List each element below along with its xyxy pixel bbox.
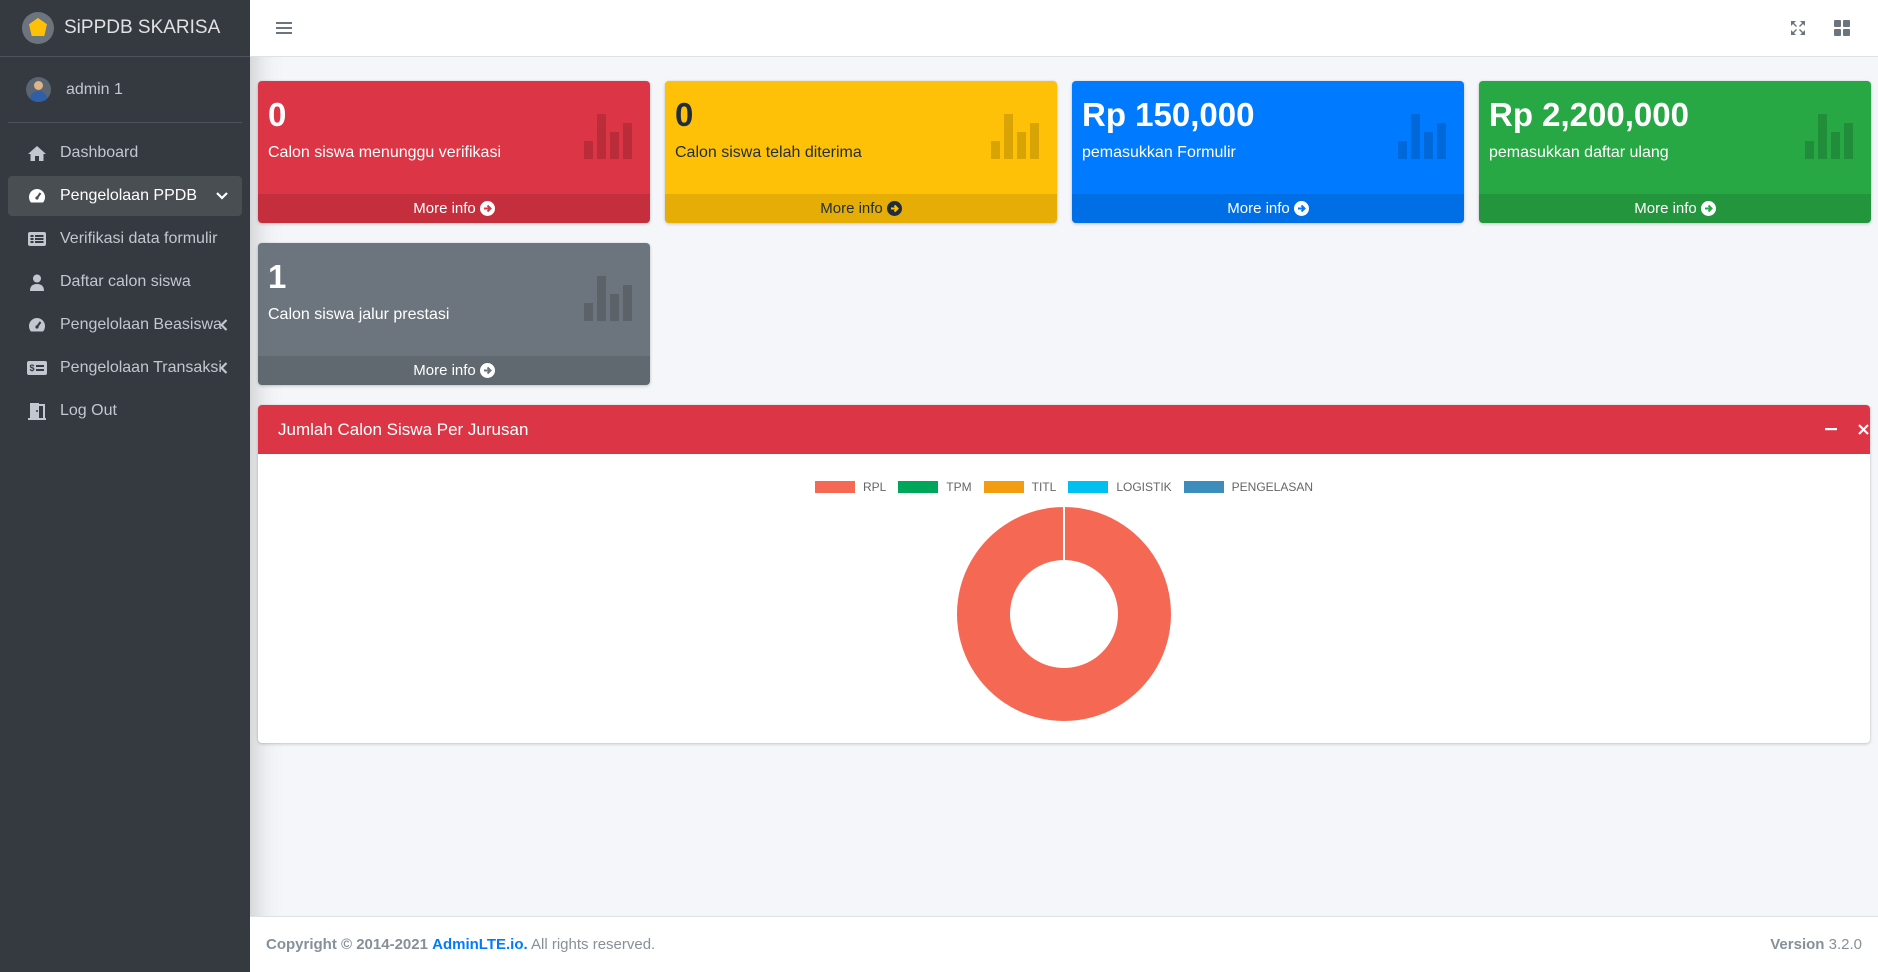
tachometer-icon [26, 187, 48, 205]
rights-text: All rights reserved. [531, 936, 656, 953]
card-header: Jumlah Calon Siswa Per Jurusan [258, 405, 1870, 454]
info-box-pemasukkan-formulir: Rp 150,000 pemasukkan Formulir More info [1072, 81, 1464, 223]
minus-icon[interactable] [1820, 418, 1842, 440]
sidebar-item-label: Dashboard [60, 144, 139, 161]
arrow-circle-right-icon [479, 201, 495, 216]
avatar [26, 77, 51, 102]
sidebar-item-label: Pengelolaan PPDB [60, 187, 197, 204]
close-icon[interactable] [1852, 418, 1870, 440]
arrow-circle-right-icon [886, 201, 902, 216]
menu-toggle-icon[interactable] [272, 16, 296, 40]
donut-chart [956, 507, 1171, 721]
chart-card: Jumlah Calon Siswa Per Jurusan RPL TPM TIT… [258, 405, 1870, 743]
main-footer: Copyright © 2014-2021 AdminLTE.io. All r… [250, 916, 1878, 972]
chart-body: RPL TPM TITL LOGISTIK PENGELASAN [258, 454, 1870, 743]
sidebar-item-pengelolaan-beasiswa[interactable]: Pengelolaan Beasiswa [8, 305, 242, 345]
more-info-label: More info [1634, 200, 1697, 217]
more-info-link[interactable]: More info [258, 194, 650, 223]
info-box-menunggu-verifikasi: 0 Calon siswa menunggu verifikasi More i… [258, 81, 650, 223]
sidebar-item-label: Log Out [60, 402, 117, 419]
fullscreen-icon[interactable] [1786, 16, 1810, 40]
top-navbar [250, 0, 1878, 57]
more-info-link[interactable]: More info [665, 194, 1057, 223]
svg-text:$: $ [30, 363, 35, 373]
card-title: Jumlah Calon Siswa Per Jurusan [278, 419, 529, 439]
chevron-down-icon [216, 176, 228, 216]
tachometer-icon [26, 316, 48, 334]
info-box-pemasukkan-daftar-ulang: Rp 2,200,000 pemasukkan daftar ulang Mor… [1479, 81, 1871, 223]
bar-chart-icon [991, 114, 1039, 159]
control-sidebar-icon[interactable] [1830, 16, 1854, 40]
user-name[interactable]: admin 1 [66, 81, 123, 99]
bar-chart-icon [584, 114, 632, 159]
user-panel[interactable]: admin 1 [8, 57, 242, 123]
main-sidebar: SiPPDB SKARISA admin 1 Dashboard Pengelo… [0, 0, 250, 972]
info-box-diterima: 0 Calon siswa telah diterima More info [665, 81, 1057, 223]
sidebar-item-label: Verifikasi data formulir [60, 230, 218, 247]
sidebar-item-label: Pengelolaan Beasiswa [60, 316, 222, 333]
more-info-label: More info [1227, 200, 1290, 217]
user-icon [26, 273, 48, 291]
home-icon [26, 144, 48, 162]
door-open-icon [26, 402, 48, 420]
sidebar-item-log-out[interactable]: Log Out [8, 391, 242, 431]
sidebar-item-pengelolaan-transaksi[interactable]: $ Pengelolaan Transaksi [8, 348, 242, 388]
arrow-circle-right-icon [1700, 201, 1716, 216]
content-wrapper: 0 Calon siswa menunggu verifikasi More i… [250, 57, 1878, 916]
info-box-jalur-prestasi: 1 Calon siswa jalur prestasi More info [258, 243, 650, 385]
arrow-circle-right-icon [1293, 201, 1309, 216]
sidebar-item-label: Pengelolaan Transaksi [60, 359, 222, 376]
more-info-link[interactable]: More info [1479, 194, 1871, 223]
money-check-icon: $ [26, 359, 48, 377]
version-label: Version [1770, 936, 1825, 953]
adminlte-link[interactable]: AdminLTE.io. [432, 936, 528, 953]
sidebar-item-pengelolaan-ppdb[interactable]: Pengelolaan PPDB [8, 176, 242, 216]
brand-name: SiPPDB SKARISA [64, 17, 221, 38]
sidebar-item-verifikasi[interactable]: Verifikasi data formulir [8, 219, 242, 259]
copyright-text: Copyright © 2014-2021 [266, 936, 428, 953]
version-number: 3.2.0 [1828, 936, 1862, 953]
brand-logo-icon [22, 12, 54, 44]
list-alt-icon [26, 230, 48, 248]
bar-chart-icon [584, 276, 632, 321]
bar-chart-icon [1398, 114, 1446, 159]
chevron-left-icon [220, 348, 228, 388]
chevron-left-icon [220, 305, 228, 345]
sidebar-item-label: Daftar calon siswa [60, 273, 191, 290]
brand-link[interactable]: SiPPDB SKARISA [0, 0, 250, 57]
sidebar-nav: Dashboard Pengelolaan PPDB Verifikasi da… [0, 133, 250, 431]
sidebar-item-dashboard[interactable]: Dashboard [8, 133, 242, 173]
more-info-label: More info [820, 200, 883, 217]
more-info-link[interactable]: More info [258, 356, 650, 385]
sidebar-item-daftar-calon-siswa[interactable]: Daftar calon siswa [8, 262, 242, 302]
more-info-link[interactable]: More info [1072, 194, 1464, 223]
more-info-label: More info [413, 362, 476, 379]
more-info-label: More info [413, 200, 476, 217]
arrow-circle-right-icon [479, 363, 495, 378]
bar-chart-icon [1805, 114, 1853, 159]
